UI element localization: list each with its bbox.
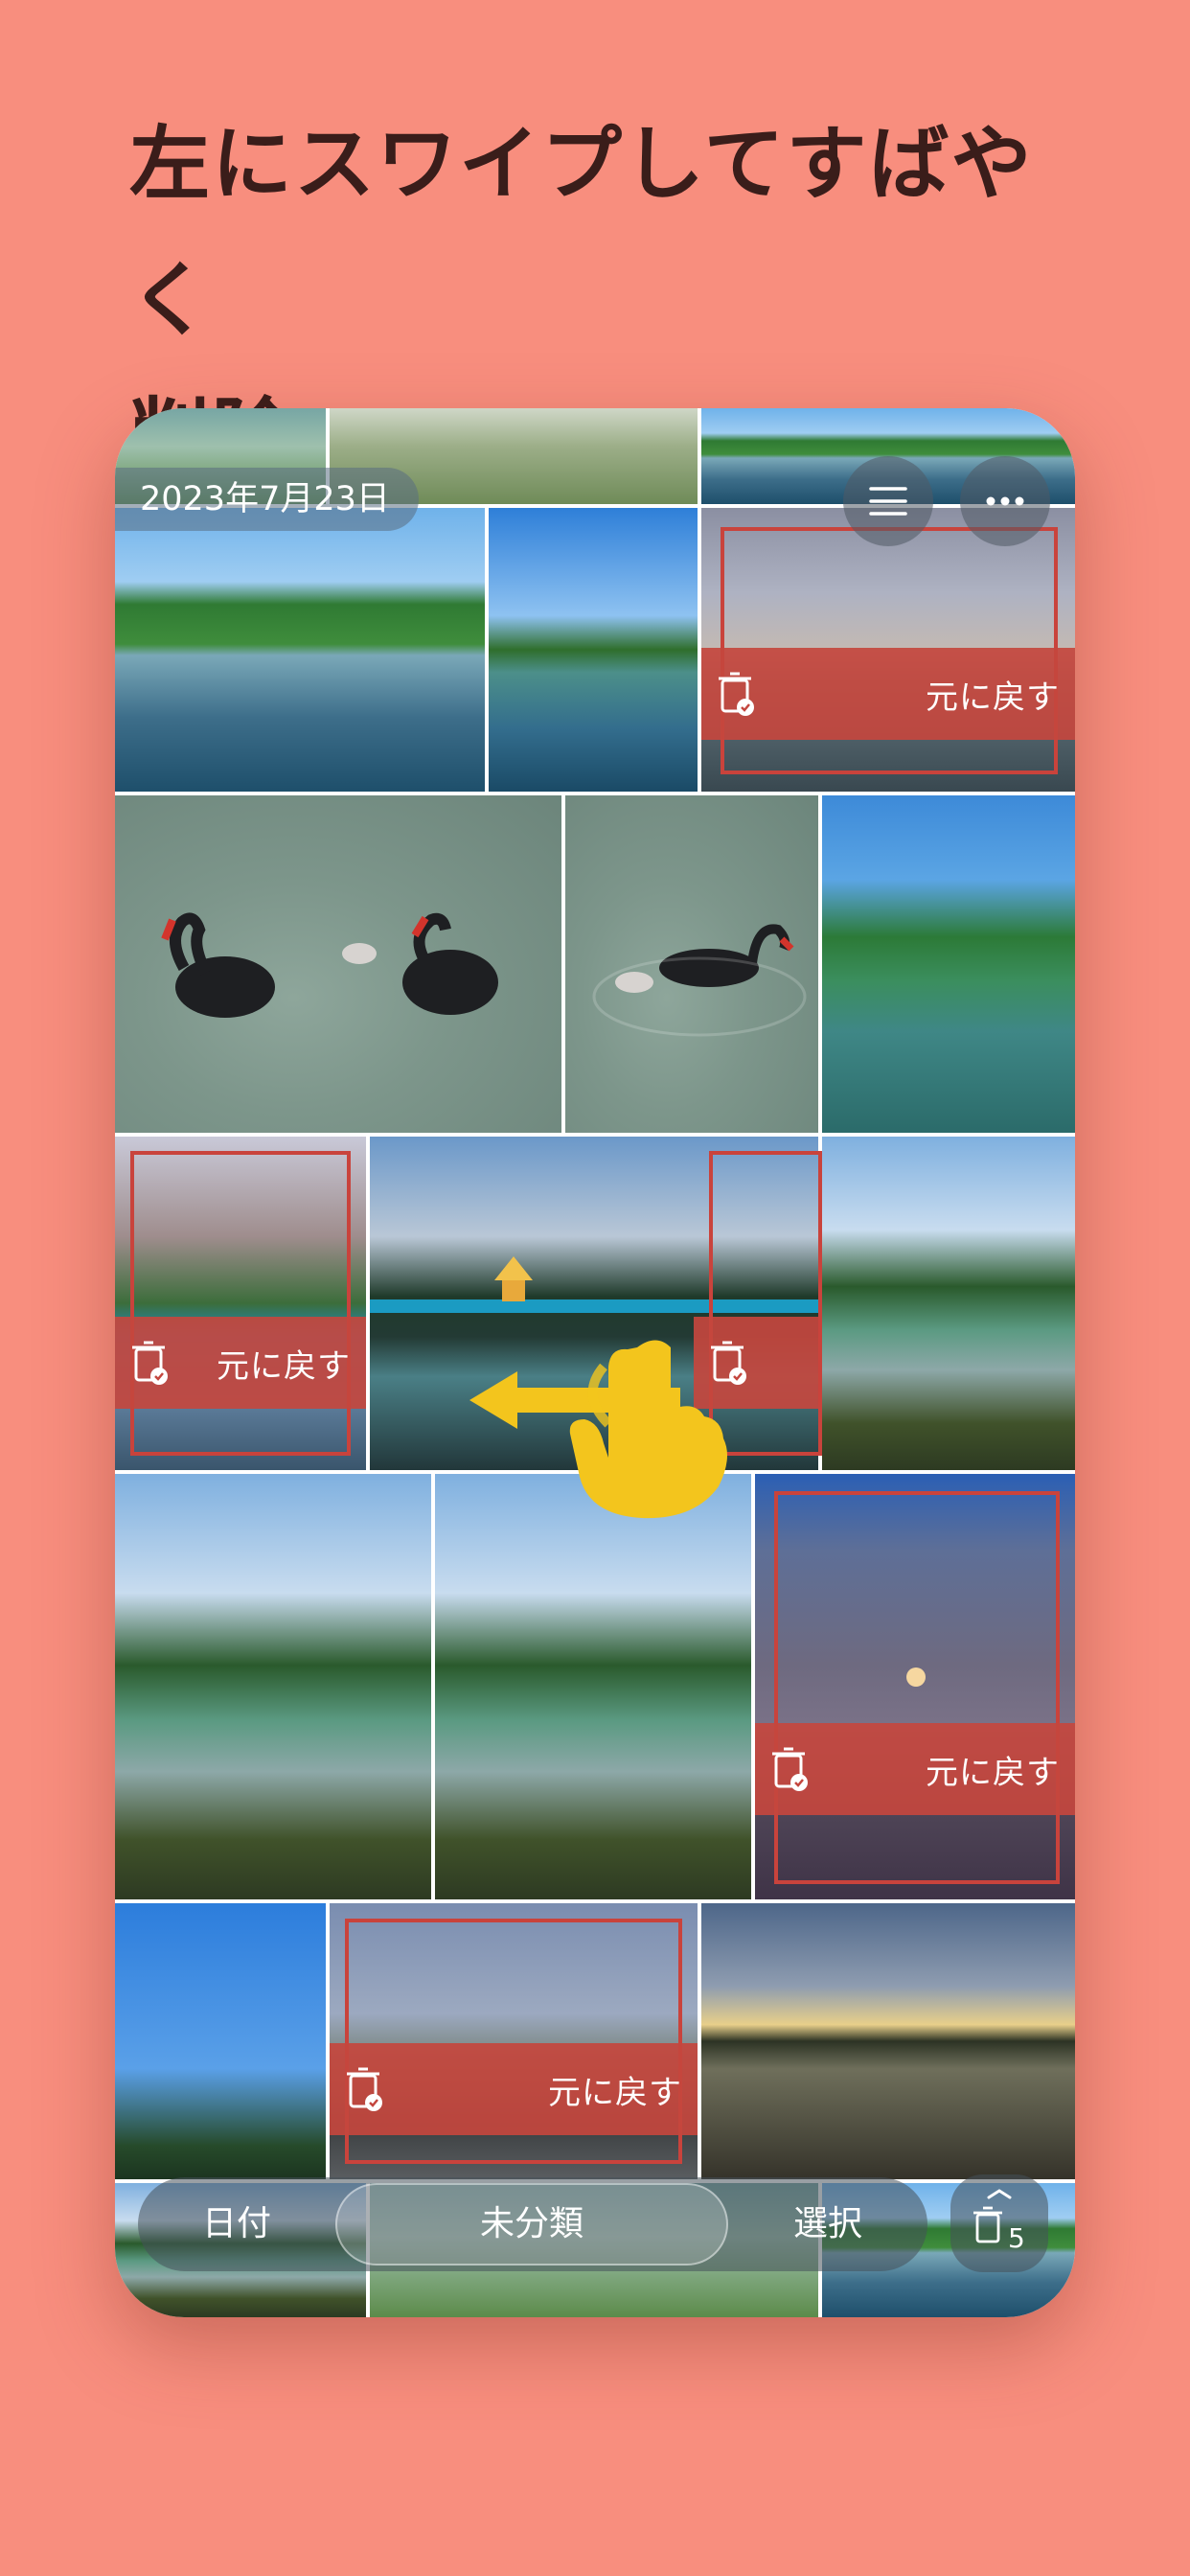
undo-banner[interactable]: 元に戻す [755,1723,1075,1815]
date-header: 2023年7月23日 [115,468,419,531]
photo-tile[interactable] [115,1903,326,2179]
more-options-button[interactable] [960,456,1050,546]
phone-screen: 元に戻す 元に戻す 元に戻す 元に戻す 2023年7月23日 日付 未分類 選択… [115,408,1075,2317]
photo-tile[interactable] [565,795,818,1133]
pointing-hand-icon [569,1340,727,1519]
delete-frame [774,1491,1060,1884]
photo-tile[interactable] [115,795,561,1133]
trash-check-icon [345,2066,383,2112]
view-menu-button[interactable] [843,456,933,546]
undo-banner[interactable]: 元に戻す [115,1317,366,1409]
tab-select[interactable]: 選択 [728,2177,927,2271]
tab-uncategorized[interactable]: 未分類 [335,2177,728,2271]
photo-tile[interactable] [822,795,1075,1133]
trash-check-icon [717,671,755,717]
headline-line-1: 左にスワイプしてすばやく [129,117,1034,347]
ellipsis-icon [986,496,1024,506]
photo-tile[interactable] [822,1137,1075,1470]
photo-tile[interactable] [115,1474,431,1899]
trash-check-icon [130,1340,169,1386]
list-icon [869,487,907,516]
photo-tile[interactable] [435,1474,751,1899]
delete-frame [130,1151,351,1456]
undo-label[interactable]: 元に戻す [926,671,1060,718]
photo-tile[interactable] [489,508,698,792]
photo-tile[interactable] [115,508,485,792]
trash-bin-button[interactable]: 5 [950,2174,1048,2272]
undo-banner[interactable]: 元に戻す [701,648,1075,740]
undo-label[interactable]: 元に戻す [548,2066,682,2113]
trash-count-label: 5 [1008,2222,1025,2254]
black-swan-image [592,924,807,1037]
tab-date[interactable]: 日付 [138,2177,335,2271]
bottom-tab-bar: 日付 未分類 選択 [138,2177,927,2271]
photo-tile[interactable] [701,1903,1075,2179]
trash-check-icon [770,1746,809,1792]
undo-label[interactable]: 元に戻す [217,1340,351,1387]
black-swans-image [161,912,498,1018]
undo-label[interactable]: 元に戻す [926,1746,1060,1793]
trash-with-chevron-icon [973,2189,1012,2243]
undo-banner[interactable]: 元に戻す [330,2043,698,2135]
